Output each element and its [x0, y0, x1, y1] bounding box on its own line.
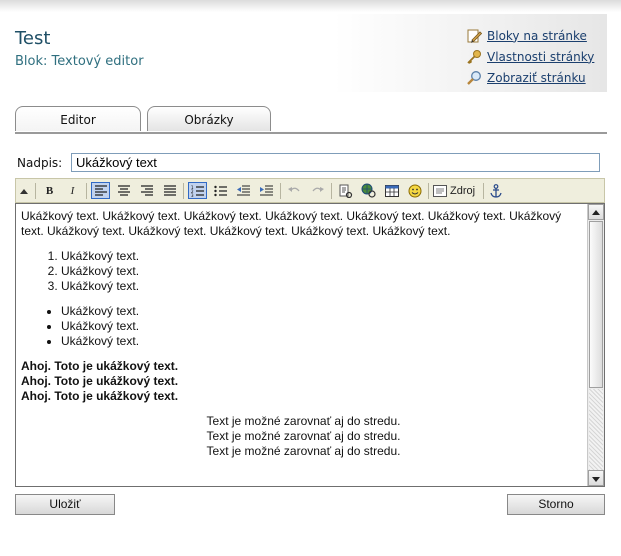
centered-block: Text je možné zarovnať aj do stredu. Tex…: [21, 414, 586, 459]
italic-button[interactable]: I: [63, 182, 82, 199]
unordered-list-item: Ukážkový text.: [61, 319, 586, 334]
align-center-button[interactable]: [114, 182, 133, 199]
indent-icon: [260, 184, 273, 196]
outdent-icon: [237, 184, 250, 196]
insert-table-button[interactable]: [382, 182, 401, 199]
header-links: Bloky na stránke Vlastnosti stránky Zobr…: [466, 25, 594, 88]
undo-icon: [288, 186, 300, 192]
redo-icon: [312, 186, 324, 192]
editor-scrollbar[interactable]: [587, 204, 604, 486]
blocks-link-label: Bloky na stránke: [487, 28, 587, 43]
ordered-list-icon: 123: [191, 185, 204, 197]
bold-line: Ahoj. Toto je ukážkový text.: [21, 374, 179, 388]
align-left-icon: [94, 185, 107, 196]
unordered-list-icon: [214, 185, 227, 196]
centered-line: Text je možné zarovnať aj do stredu.: [206, 414, 401, 428]
arrow-up-icon: [592, 210, 600, 215]
unordered-list-item: Ukážkový text.: [61, 304, 586, 319]
undo-button[interactable]: [285, 182, 304, 199]
justify-button[interactable]: [160, 182, 179, 199]
view-page-link[interactable]: Zobraziť stránku: [466, 67, 594, 88]
anchor-button[interactable]: [486, 182, 505, 199]
insert-link-button[interactable]: [336, 182, 355, 199]
page-subtitle: Blok: Textový editor: [15, 54, 144, 69]
collapse-arrow-icon: [20, 188, 28, 194]
view-page-link-label: Zobraziť stránku: [487, 70, 586, 85]
ordered-list-item: Ukážkový text.: [61, 279, 586, 294]
magnifier-icon: [467, 70, 481, 85]
toolbar-separator: [483, 183, 484, 199]
centered-line: Text je možné zarovnať aj do stredu.: [206, 444, 401, 458]
unordered-list-button[interactable]: [211, 182, 230, 199]
key-icon: [467, 49, 481, 64]
collapse-toolbar-button[interactable]: [17, 182, 31, 199]
scroll-down-button[interactable]: [588, 470, 604, 486]
tab-bar: Editor Obrázky: [15, 106, 607, 134]
toolbar-separator: [331, 183, 332, 199]
toolbar-separator: [280, 183, 281, 199]
source-icon: [433, 184, 447, 197]
heading-input[interactable]: [71, 153, 600, 172]
bold-line: Ahoj. Toto je ukážkový text.: [21, 359, 179, 373]
insert-smiley-button[interactable]: [405, 182, 424, 199]
pencil-icon: [467, 29, 482, 43]
anchor-icon: [489, 183, 502, 198]
ordered-list: Ukážkový text. Ukážkový text. Ukážkový t…: [21, 249, 586, 294]
page-title: Test: [15, 28, 51, 49]
source-button-label: Zdroj: [450, 184, 476, 197]
blocks-link[interactable]: Bloky na stránke: [466, 25, 594, 46]
cancel-button[interactable]: Storno: [507, 494, 605, 515]
link-icon: [339, 184, 352, 198]
scroll-track[interactable]: [589, 389, 603, 470]
bold-block: Ahoj. Toto je ukážkový text. Ahoj. Toto …: [21, 359, 586, 404]
align-right-icon: [140, 185, 153, 196]
unordered-list-item: Ukážkový text.: [61, 334, 586, 349]
unordered-list: Ukážkový text. Ukážkový text. Ukážkový t…: [21, 304, 586, 349]
ordered-list-button[interactable]: 123: [188, 182, 207, 199]
editor-toolbar: B I 123 Zdroj: [15, 178, 605, 203]
smiley-icon: [408, 184, 421, 197]
centered-line: Text je možné zarovnať aj do stredu.: [206, 429, 401, 443]
svg-text:3: 3: [191, 193, 194, 197]
editor-content[interactable]: Ukážkový text. Ukážkový text. Ukážkový t…: [21, 209, 586, 459]
arrow-down-icon: [592, 477, 600, 482]
align-center-icon: [117, 185, 130, 196]
indent-button[interactable]: [257, 182, 276, 199]
scroll-thumb[interactable]: [589, 221, 603, 388]
save-button[interactable]: Uložiť: [15, 494, 115, 515]
tab-images[interactable]: Obrázky: [147, 106, 271, 131]
editor-paragraph: Ukážkový text. Ukážkový text. Ukážkový t…: [21, 209, 562, 238]
globe-link-icon: [361, 183, 376, 198]
tab-editor[interactable]: Editor: [15, 106, 141, 131]
redo-button[interactable]: [308, 182, 327, 199]
insert-web-link-button[interactable]: [359, 182, 378, 199]
editor-area[interactable]: Ukážkový text. Ukážkový text. Ukážkový t…: [15, 203, 605, 487]
ordered-list-item: Ukážkový text.: [61, 249, 586, 264]
bold-button[interactable]: B: [40, 182, 59, 199]
align-left-button[interactable]: [91, 182, 110, 199]
align-right-button[interactable]: [137, 182, 156, 199]
top-gradient: [0, 0, 621, 12]
table-icon: [384, 184, 399, 197]
toolbar-separator: [86, 183, 87, 199]
justify-icon: [163, 185, 176, 196]
outdent-button[interactable]: [234, 182, 253, 199]
toolbar-separator: [428, 183, 429, 199]
toolbar-separator: [183, 183, 184, 199]
bold-line: Ahoj. Toto je ukážkový text.: [21, 389, 179, 403]
scroll-up-button[interactable]: [588, 204, 604, 220]
properties-link-label: Vlastnosti stránky: [487, 49, 595, 64]
toolbar-separator: [35, 183, 36, 199]
heading-label: Nadpis:: [17, 156, 63, 170]
source-button[interactable]: Zdroj: [433, 182, 481, 199]
ordered-list-item: Ukážkový text.: [61, 264, 586, 279]
properties-link[interactable]: Vlastnosti stránky: [466, 46, 594, 67]
